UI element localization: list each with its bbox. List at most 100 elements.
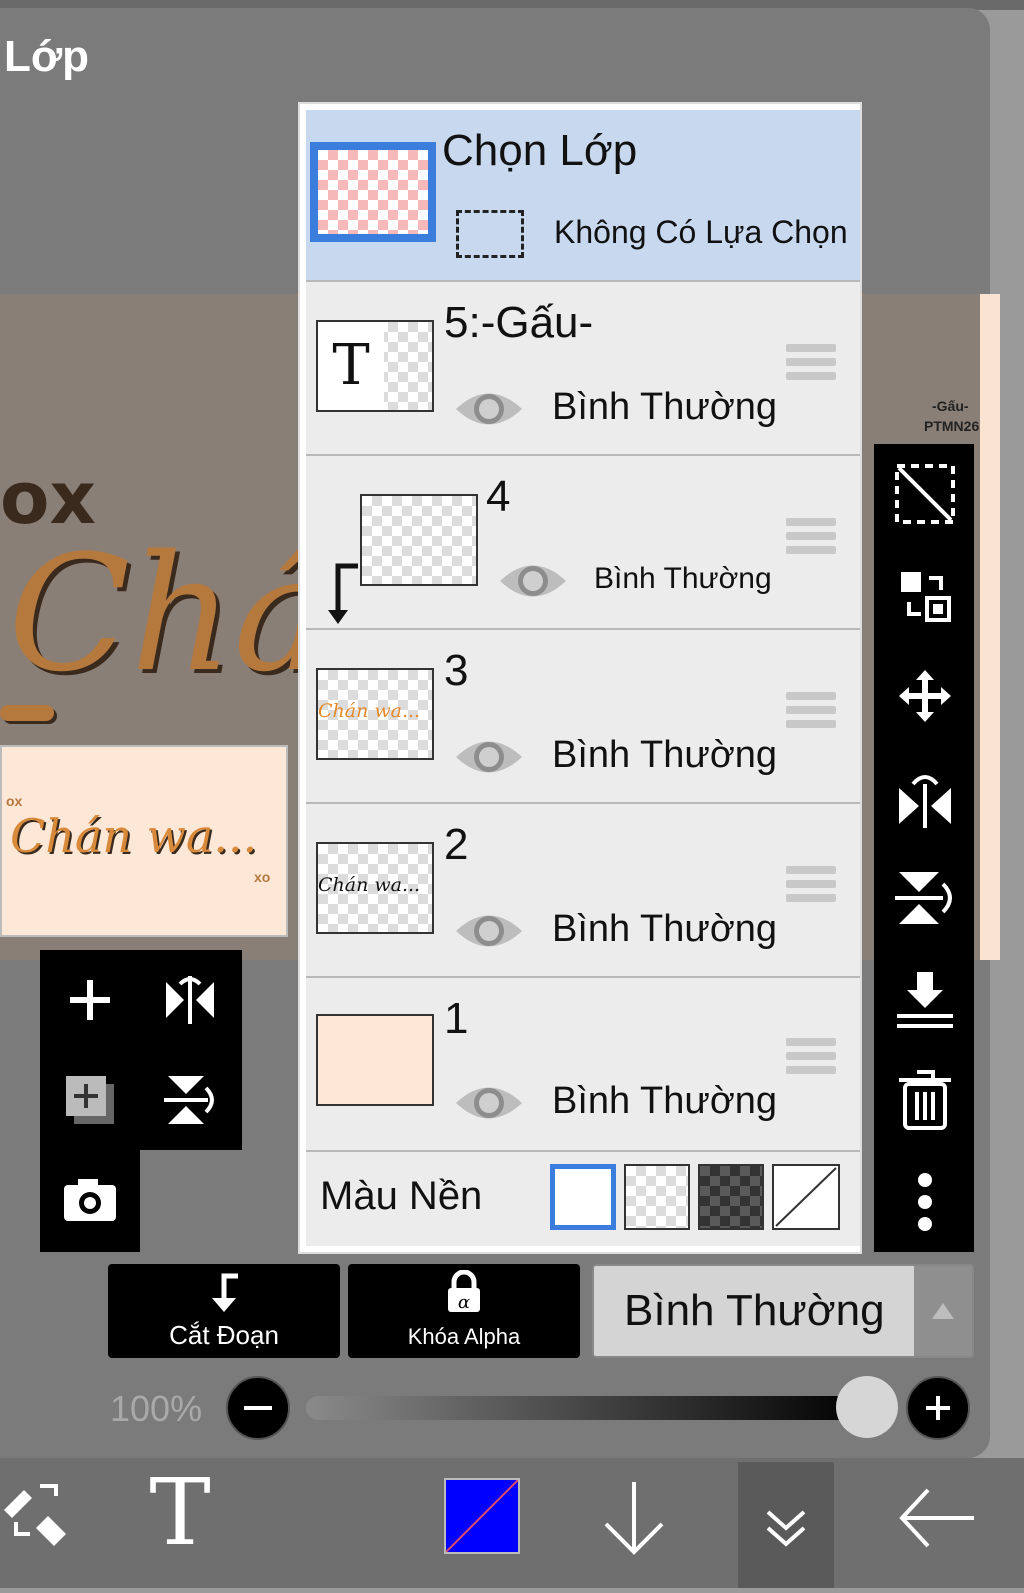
drag-handle-icon[interactable] bbox=[786, 518, 836, 558]
bg-dark-option[interactable] bbox=[698, 1164, 764, 1230]
flip-vertical-icon bbox=[164, 1076, 214, 1124]
preview-thumbnail[interactable]: ox Chán wa... xo bbox=[0, 745, 288, 937]
canvas-dash bbox=[0, 705, 54, 721]
selection-title: Chọn Lớp bbox=[442, 126, 638, 175]
layer-thumbnail: T bbox=[316, 320, 434, 412]
canvas-cho-text: Chá bbox=[8, 520, 329, 707]
more-icon bbox=[918, 1173, 932, 1231]
copy-layer-button[interactable] bbox=[42, 1052, 138, 1148]
eye-icon[interactable] bbox=[454, 734, 524, 780]
flip-horizontal-button[interactable] bbox=[884, 758, 966, 838]
drag-handle-icon[interactable] bbox=[786, 692, 836, 732]
more-button[interactable] bbox=[884, 1162, 966, 1242]
clip-arrow-icon bbox=[212, 1273, 238, 1312]
alpha-lock-button[interactable]: α Khóa Alpha bbox=[348, 1264, 580, 1358]
drag-handle-icon[interactable] bbox=[786, 1038, 836, 1078]
swap-icon bbox=[901, 572, 951, 622]
clip-label: Cắt Đoạn bbox=[169, 1320, 279, 1350]
collapse-button[interactable] bbox=[738, 1462, 834, 1588]
layer-row-3[interactable]: Chán wa... 3 Bình Thường bbox=[306, 630, 860, 804]
flip-vertical-layer-button[interactable] bbox=[142, 1052, 238, 1148]
layer-row-4[interactable]: 4 Bình Thường bbox=[306, 456, 860, 630]
eye-icon[interactable] bbox=[454, 908, 524, 954]
back-arrow-icon bbox=[899, 1488, 974, 1548]
eye-icon[interactable] bbox=[454, 386, 524, 432]
alpha-lock-label: Khóa Alpha bbox=[407, 1324, 521, 1349]
text-icon: T bbox=[149, 1459, 210, 1566]
eye-icon[interactable] bbox=[498, 558, 568, 604]
opacity-slider-track[interactable] bbox=[306, 1396, 866, 1420]
opacity-slider-thumb[interactable] bbox=[836, 1376, 898, 1438]
layer-name: 1 bbox=[444, 994, 469, 1043]
merge-down-icon bbox=[897, 972, 953, 1028]
selection-marquee-icon bbox=[456, 210, 524, 258]
selection-icon bbox=[895, 464, 955, 524]
color-swatch-button[interactable] bbox=[444, 1478, 520, 1554]
selection-button[interactable] bbox=[884, 454, 966, 534]
preview-text: Chán wa... bbox=[10, 809, 258, 863]
layer-thumbnail: Chán wa... bbox=[316, 668, 434, 760]
opacity-plus-button[interactable] bbox=[906, 1376, 970, 1440]
plus-icon bbox=[926, 1396, 950, 1420]
add-layer-button[interactable] bbox=[42, 952, 138, 1048]
color-slash-icon bbox=[445, 1479, 519, 1553]
collapse-icon bbox=[766, 1510, 806, 1547]
flip-vertical-icon bbox=[895, 872, 952, 924]
layer-blend-mode: Bình Thường bbox=[552, 386, 778, 428]
bg-transparent-option[interactable] bbox=[624, 1164, 690, 1230]
blend-mode-select[interactable]: Bình Thường bbox=[592, 1264, 974, 1358]
background-row: Màu Nền bbox=[306, 1152, 860, 1246]
layer-name: 5:-Gấu- bbox=[444, 298, 594, 347]
none-slash-icon bbox=[775, 1167, 837, 1227]
bg-none-option[interactable] bbox=[772, 1164, 840, 1230]
selection-thumbnail bbox=[310, 142, 436, 242]
flip-horizontal-icon bbox=[166, 976, 214, 1024]
layer-name: 2 bbox=[444, 820, 469, 869]
layer-blend-mode: Bình Thường bbox=[552, 1080, 778, 1122]
lock-icon: α bbox=[448, 1270, 480, 1313]
move-icon bbox=[899, 670, 951, 722]
merge-down-button[interactable] bbox=[884, 960, 966, 1040]
svg-text:T: T bbox=[149, 1468, 210, 1558]
canvas-right-strip bbox=[980, 294, 1000, 960]
blend-mode-dropdown[interactable] bbox=[914, 1266, 972, 1356]
text-tool-button[interactable]: T bbox=[140, 1459, 224, 1566]
opacity-label: 100% bbox=[110, 1388, 203, 1429]
arrow-down-button[interactable] bbox=[598, 1476, 670, 1560]
canvas-side-label-1: -Gấu- bbox=[932, 398, 969, 414]
blend-mode-value: Bình Thường bbox=[624, 1286, 885, 1335]
camera-button[interactable] bbox=[42, 1152, 138, 1248]
bg-white-option[interactable] bbox=[550, 1164, 616, 1230]
flip-vertical-button[interactable] bbox=[884, 858, 966, 938]
layer-thumbnail bbox=[316, 1014, 434, 1106]
flip-horizontal-layer-button[interactable] bbox=[142, 952, 238, 1048]
arrow-down-icon bbox=[604, 1482, 664, 1555]
layer-row-2[interactable]: Chán wa... 2 Bình Thường bbox=[306, 804, 860, 978]
selection-status: Không Có Lựa Chọn bbox=[554, 214, 848, 250]
layer-name: 4 bbox=[486, 472, 511, 521]
trash-icon bbox=[899, 1070, 951, 1130]
layer-name: 3 bbox=[444, 646, 469, 695]
layer-row-1[interactable]: 1 Bình Thường bbox=[306, 978, 860, 1152]
selection-row[interactable]: Chọn Lớp Không Có Lựa Chọn bbox=[306, 110, 860, 282]
drag-handle-icon[interactable] bbox=[786, 866, 836, 906]
delete-layer-button[interactable] bbox=[884, 1060, 966, 1140]
move-button[interactable] bbox=[884, 656, 966, 736]
clip-button[interactable]: Cắt Đoạn bbox=[108, 1264, 340, 1358]
add-layer-icon bbox=[70, 980, 110, 1020]
swap-layer-button[interactable] bbox=[884, 556, 966, 636]
layer-blend-mode: Bình Thường bbox=[552, 908, 778, 950]
back-button[interactable] bbox=[894, 1480, 978, 1556]
drag-handle-icon[interactable] bbox=[786, 344, 836, 384]
layer-blend-mode: Bình Thường bbox=[552, 734, 778, 776]
layer-thumbnail: Chán wa... bbox=[316, 842, 434, 934]
eye-icon[interactable] bbox=[454, 1080, 524, 1126]
minus-icon bbox=[244, 1406, 272, 1410]
brush-eraser-icon bbox=[4, 1484, 66, 1546]
brush-eraser-button[interactable] bbox=[0, 1470, 84, 1560]
opacity-minus-button[interactable] bbox=[226, 1376, 290, 1440]
camera-icon bbox=[64, 1179, 116, 1221]
layer-thumb-text: Chán wa... bbox=[318, 874, 421, 896]
clip-arrow-icon bbox=[328, 563, 358, 624]
layer-row-5[interactable]: T 5:-Gấu- Bình Thường bbox=[306, 282, 860, 456]
